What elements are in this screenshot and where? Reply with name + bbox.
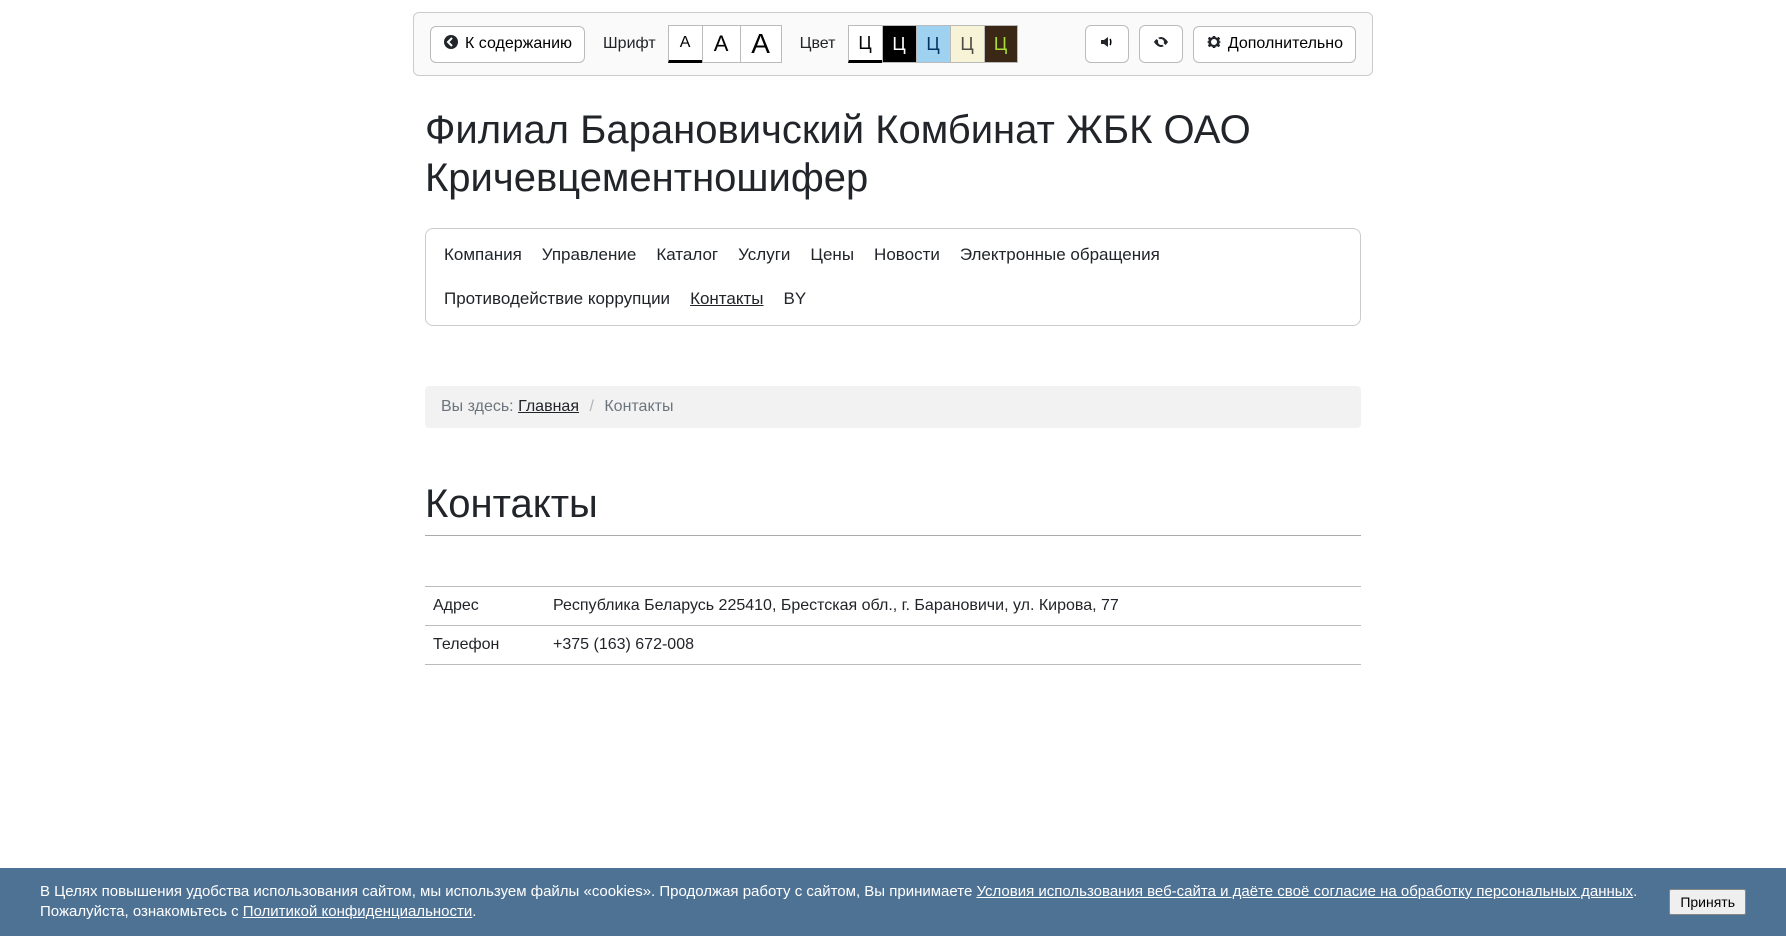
nav-item-appeals[interactable]: Электронные обращения <box>960 239 1160 271</box>
color-scheme-2-button[interactable]: Ц <box>882 25 916 63</box>
arrow-left-circle-icon <box>443 34 459 55</box>
font-size-small-button[interactable]: А <box>668 25 702 63</box>
font-size-large-button[interactable]: А <box>740 25 782 63</box>
font-size-group: А А А <box>668 25 782 63</box>
breadcrumb-home-link[interactable]: Главная <box>518 398 579 415</box>
contact-key-address: Адрес <box>425 587 545 626</box>
cookie-text: В Целях повышения удобства использования… <box>40 882 1639 923</box>
cookie-privacy-link[interactable]: Политикой конфиденциальности <box>243 903 473 920</box>
cookie-banner: В Целях повышения удобства использования… <box>0 868 1786 936</box>
cookie-accept-button[interactable]: Принять <box>1669 889 1746 915</box>
accessibility-toolbar: К содержанию Шрифт А А А Цвет Ц Ц Ц Ц Ц <box>413 12 1373 76</box>
nav-item-company[interactable]: Компания <box>444 239 522 271</box>
nav-item-lang-by[interactable]: BY <box>784 283 807 315</box>
site-title: Филиал Барановичский Комбинат ЖБК ОАО Кр… <box>425 106 1361 202</box>
nav-item-news[interactable]: Новости <box>874 239 940 271</box>
font-size-medium-button[interactable]: А <box>702 25 740 63</box>
more-settings-label: Дополнительно <box>1228 35 1343 53</box>
nav-item-anticorruption[interactable]: Противодействие коррупции <box>444 283 670 315</box>
font-size-label: Шрифт <box>603 35 656 53</box>
table-row: Адрес Республика Беларусь 225410, Брестс… <box>425 587 1361 626</box>
color-scheme-group: Ц Ц Ц Ц Ц <box>848 25 1018 63</box>
table-row: Телефон +375 (163) 672-008 <box>425 626 1361 665</box>
nav-item-catalog[interactable]: Каталог <box>656 239 718 271</box>
breadcrumb-current: Контакты <box>604 398 673 415</box>
eye-off-button[interactable] <box>1139 25 1183 63</box>
nav-item-contacts[interactable]: Контакты <box>690 283 763 315</box>
nav-item-prices[interactable]: Цены <box>810 239 854 271</box>
contact-value-address: Республика Беларусь 225410, Брестская об… <box>545 587 1361 626</box>
color-scheme-3-button[interactable]: Ц <box>916 25 950 63</box>
breadcrumb-prefix: Вы здесь: <box>441 398 514 415</box>
nav-item-management[interactable]: Управление <box>542 239 637 271</box>
nav-item-services[interactable]: Услуги <box>738 239 790 271</box>
back-to-content-label: К содержанию <box>465 35 572 53</box>
gear-icon <box>1206 34 1222 55</box>
contact-key-phone: Телефон <box>425 626 545 665</box>
page-heading: Контакты <box>425 482 1361 527</box>
sound-button[interactable] <box>1085 25 1129 63</box>
speaker-icon <box>1099 34 1115 55</box>
breadcrumb-separator: / <box>589 398 593 415</box>
contact-value-phone: +375 (163) 672-008 <box>545 626 1361 665</box>
cookie-terms-link[interactable]: Условия использования веб-сайта и даёте … <box>976 883 1633 900</box>
breadcrumb: Вы здесь: Главная / Контакты <box>425 386 1361 428</box>
more-settings-button[interactable]: Дополнительно <box>1193 26 1356 63</box>
contact-table: Адрес Республика Беларусь 225410, Брестс… <box>425 586 1361 665</box>
color-scheme-label: Цвет <box>800 35 836 53</box>
color-scheme-4-button[interactable]: Ц <box>950 25 984 63</box>
main-nav: Компания Управление Каталог Услуги Цены … <box>425 228 1361 326</box>
back-to-content-button[interactable]: К содержанию <box>430 26 585 63</box>
eye-off-icon <box>1153 34 1169 55</box>
color-scheme-5-button[interactable]: Ц <box>984 25 1018 63</box>
color-scheme-1-button[interactable]: Ц <box>848 25 882 63</box>
